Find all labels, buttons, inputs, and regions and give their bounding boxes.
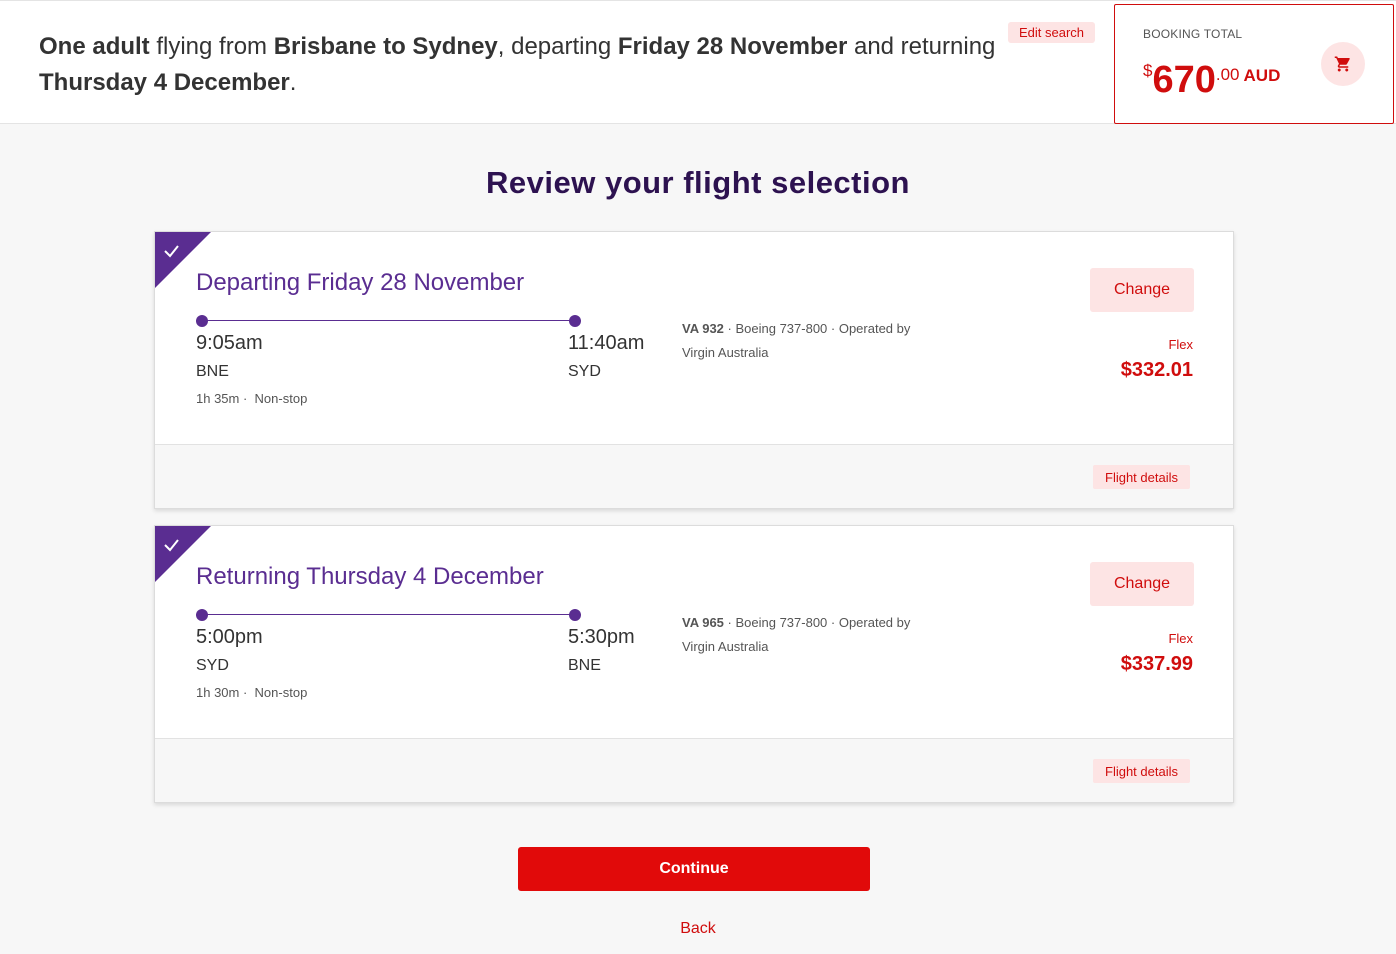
operator-name: Virgin Australia (682, 639, 769, 654)
flight-number: VA 932 (682, 321, 724, 336)
fare-price: $337.99 (1120, 653, 1193, 675)
summary-text: . (289, 69, 297, 96)
summary-return-date: Thursday 4 December (39, 69, 290, 96)
flight-number: VA 965 (682, 615, 724, 630)
summary-text: , departing (497, 33, 618, 60)
fare-type: Flex (1168, 631, 1193, 646)
aircraft-info: · Boeing 737-800 · Operated by (723, 321, 911, 336)
origin-airport: SYD (196, 657, 229, 674)
departure-time: 5:00pm (196, 626, 263, 648)
total-cents: .00 (1215, 65, 1240, 84)
departure-time: 9:05am (196, 332, 263, 354)
fare-price: $332.01 (1120, 359, 1193, 381)
booking-total-label: BOOKING TOTAL (1143, 27, 1243, 41)
continue-button[interactable]: Continue (518, 847, 870, 891)
operator-name: Virgin Australia (682, 345, 769, 360)
flight-heading: Returning Thursday 4 December (196, 563, 544, 590)
cart-button[interactable] (1321, 42, 1365, 86)
back-link[interactable]: Back (0, 920, 1396, 938)
total-dollars: 670 (1152, 59, 1216, 101)
change-button[interactable]: Change (1090, 268, 1194, 312)
edit-search-button[interactable]: Edit search (1008, 22, 1096, 43)
booking-total-amount: $670.00 AUD (1143, 57, 1280, 103)
currency-code: AUD (1243, 66, 1281, 85)
flight-card-footer: Flight details (155, 444, 1233, 508)
summary-depart-date: Friday 28 November (617, 33, 848, 60)
flight-details-button[interactable]: Flight details (1093, 759, 1190, 783)
flight-card-summary: Returning Thursday 4 December 5:00pm 5:3… (155, 526, 1233, 738)
flight-duration: 1h 35m · Non-stop (196, 391, 308, 406)
destination-airport: SYD (568, 363, 601, 380)
flight-info: VA 932 · Boeing 737-800 · Operated by Vir… (682, 317, 942, 365)
shopping-cart-icon (1334, 56, 1350, 72)
flight-duration: 1h 30m · Non-stop (196, 685, 308, 700)
summary-passengers: One adult (39, 33, 150, 60)
flight-info: VA 965 · Boeing 737-800 · Operated by Vir… (682, 611, 942, 659)
change-button[interactable]: Change (1090, 562, 1194, 606)
summary-route: Brisbane to Sydney (273, 33, 498, 60)
currency-symbol: $ (1143, 61, 1153, 80)
flight-timeline (196, 314, 581, 328)
destination-airport: BNE (568, 657, 601, 674)
flight-timeline (196, 608, 581, 622)
flight-card-footer: Flight details (155, 738, 1233, 802)
stops-text: Non-stop (254, 391, 308, 406)
summary-text: flying from (149, 33, 274, 60)
duration-text: 1h 30m (196, 685, 240, 700)
page-title: Review your flight selection (486, 165, 910, 200)
aircraft-info: · Boeing 737-800 · Operated by (723, 615, 911, 630)
flight-card-returning: Returning Thursday 4 December 5:00pm 5:3… (154, 525, 1234, 803)
trip-summary-header: One adult flying from Brisbane to Sydney… (0, 0, 1396, 124)
booking-total-panel: BOOKING TOTAL $670.00 AUD (1114, 4, 1394, 124)
arrival-time: 11:40am (568, 332, 645, 354)
origin-airport: BNE (196, 363, 229, 380)
flight-heading: Departing Friday 28 November (196, 269, 525, 296)
summary-text: and returning (847, 33, 996, 60)
arrival-time: 5:30pm (568, 626, 635, 648)
flight-card-summary: Departing Friday 28 November 9:05am 11:4… (155, 232, 1233, 444)
trip-summary-text: One adult flying from Brisbane to Sydney… (39, 29, 999, 101)
flight-card-departing: Departing Friday 28 November 9:05am 11:4… (154, 231, 1234, 509)
stops-text: Non-stop (254, 685, 308, 700)
fare-type: Flex (1168, 337, 1193, 352)
flight-details-button[interactable]: Flight details (1093, 465, 1190, 489)
duration-text: 1h 35m (196, 391, 240, 406)
